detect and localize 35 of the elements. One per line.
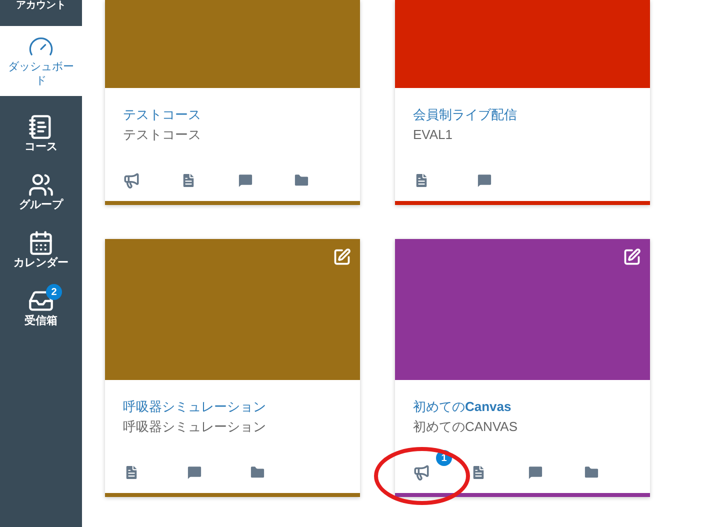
calendar-icon [28,230,54,256]
course-card[interactable]: 初めてのCanvas 初めてのCANVAS 1 [395,239,650,497]
edit-icon[interactable] [333,248,351,266]
speech-bubble-icon [476,172,493,189]
folder-icon [249,464,266,481]
unread-badge: 2 [46,284,62,300]
megaphone-icon [413,464,430,481]
document-icon [123,464,140,481]
course-card[interactable]: テストコース テストコース [105,0,360,205]
course-code: テストコース [123,126,202,144]
folder-icon [583,464,600,481]
nav-item[interactable]: アカウント [0,0,82,16]
nav-item[interactable]: コース [0,106,82,162]
course-title[interactable]: 会員制ライブ配信 [413,105,632,125]
nav-item[interactable]: グループ [0,164,82,220]
notebook-icon [28,114,54,140]
course-code: EVAL1 [413,126,454,144]
people-icon [28,172,54,198]
course-card[interactable]: 会員制ライブ配信 EVAL1 [395,0,650,205]
course-title[interactable]: テストコース [123,105,342,125]
course-title[interactable]: 初めてのCanvas [413,397,632,417]
nav-item[interactable]: カレンダー [0,222,82,278]
course-title[interactable]: 呼吸器シミュレーション [123,397,342,417]
nav-item[interactable]: ダッシュボード [0,26,82,96]
course-card[interactable]: 呼吸器シミュレーション 呼吸器シミュレーション [105,239,360,497]
speech-bubble-icon [526,464,544,481]
course-code: 呼吸器シミュレーション [123,418,267,436]
folder-icon [293,172,310,189]
document-icon [413,172,430,189]
course-code: 初めてのCANVAS [413,418,518,436]
edit-icon[interactable] [623,248,641,266]
nav-item[interactable]: 受信箱 2 [0,280,82,336]
speech-bubble-icon [186,464,203,481]
speech-bubble-icon [236,172,254,189]
megaphone-icon [123,172,140,189]
